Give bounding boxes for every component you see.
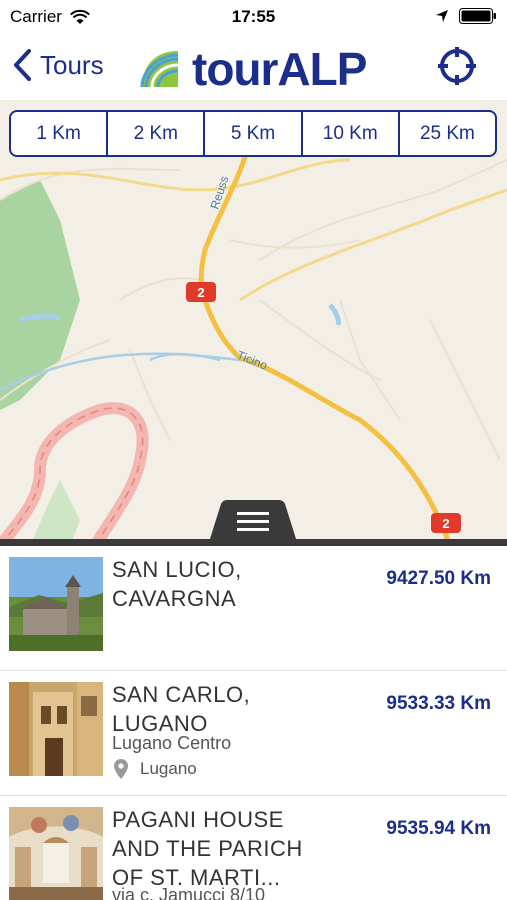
brand-name: tourALP: [192, 43, 367, 95]
thumbnail-church-san-carlo: [9, 682, 103, 776]
list-item[interactable]: PAGANI HOUSE AND THE PARICH OF ST. MARTI…: [0, 796, 507, 900]
distance-option-1km[interactable]: 1 Km: [11, 112, 109, 155]
item-location-label: Lugano: [140, 759, 197, 778]
item-location: Lugano: [114, 759, 197, 779]
map-pin-icon: [114, 759, 128, 779]
distance-option-2km[interactable]: 2 Km: [108, 112, 206, 155]
thumbnail-pagani-house: [9, 807, 103, 900]
list-item[interactable]: SAN CARLO, LUGANO 9533.33 Km Lugano Cent…: [0, 671, 507, 796]
road-badge-2: 2: [431, 513, 461, 533]
status-bar: Carrier 17:55: [0, 0, 507, 34]
item-title: SAN LUCIO, CAVARGNA: [112, 557, 242, 611]
status-right: [435, 8, 497, 24]
hamburger-icon: [237, 512, 269, 531]
tour-alp-logo-icon: [140, 51, 179, 88]
drawer-handle[interactable]: [209, 500, 297, 542]
location-arrow-icon: [436, 10, 448, 22]
status-time: 17:55: [231, 7, 276, 26]
back-label: Tours: [40, 49, 104, 80]
item-subtitle: Lugano Centro: [112, 733, 232, 753]
distance-option-25km[interactable]: 25 Km: [400, 112, 495, 155]
item-title: SAN CARLO, LUGANO: [112, 682, 251, 736]
poi-list: SAN LUCIO, CAVARGNA 9427.50 Km SAN CARLO…: [0, 546, 507, 900]
distance-selector: 1 Km 2 Km 5 Km 10 Km 25 Km: [9, 110, 497, 157]
back-button[interactable]: Tours: [12, 48, 104, 82]
crosshair-icon: [438, 47, 476, 85]
item-title: PAGANI HOUSE AND THE PARICH OF ST. MARTI…: [112, 807, 303, 890]
svg-text:2: 2: [442, 516, 449, 531]
map-canvas: Reuss Ticino 2 2: [0, 100, 507, 546]
thumbnail-church-san-lucio: [9, 557, 103, 651]
app-logo: tourALP: [138, 42, 367, 96]
distance-option-10km[interactable]: 10 Km: [303, 112, 400, 155]
road-badge-1: 2: [186, 282, 216, 302]
list-item[interactable]: SAN LUCIO, CAVARGNA 9427.50 Km: [0, 546, 507, 671]
item-subtitle: via c. Jamucci 8/10: [112, 885, 266, 900]
locate-me-button[interactable]: [437, 46, 477, 91]
item-distance: 9535.94 Km: [386, 818, 491, 839]
map-view[interactable]: Reuss Ticino 2 2 1 Km 2 Km 5 Km 10 Km 25…: [0, 100, 507, 546]
svg-text:2: 2: [197, 285, 204, 300]
chevron-left-icon: [14, 49, 31, 81]
item-distance: 9427.50 Km: [386, 568, 491, 589]
item-distance: 9533.33 Km: [386, 693, 491, 714]
nav-bar: Tours tourALP: [0, 34, 507, 100]
battery-icon: [459, 8, 496, 24]
distance-option-5km[interactable]: 5 Km: [205, 112, 303, 155]
